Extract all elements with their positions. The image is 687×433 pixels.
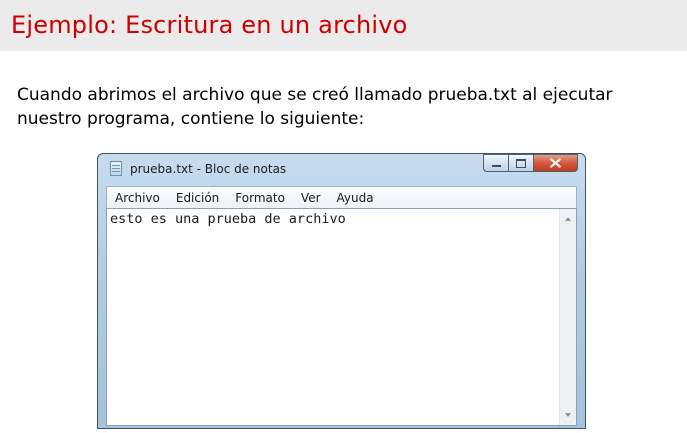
menu-bar: Archivo Edición Formato Ver Ayuda: [106, 186, 577, 208]
window-title: prueba.txt - Bloc de notas: [130, 162, 287, 176]
notepad-window: prueba.txt - Bloc de notas Archivo Edici…: [97, 153, 586, 429]
menu-edicion[interactable]: Edición: [176, 191, 219, 205]
vertical-scrollbar[interactable]: [559, 209, 576, 425]
menu-archivo[interactable]: Archivo: [115, 191, 160, 205]
scroll-up-arrow-icon[interactable]: [560, 211, 576, 227]
window-controls: [483, 154, 578, 173]
close-button[interactable]: [534, 154, 578, 172]
window-titlebar[interactable]: prueba.txt - Bloc de notas: [98, 154, 585, 182]
menu-formato[interactable]: Formato: [235, 191, 285, 205]
document-content[interactable]: esto es una prueba de archivo: [110, 211, 346, 227]
text-editor-area[interactable]: esto es una prueba de archivo: [106, 208, 577, 426]
slide-body-text: Cuando abrimos el archivo que se creó ll…: [17, 85, 613, 129]
slide-title: Ejemplo: Escritura en un archivo: [11, 11, 408, 39]
scroll-down-arrow-icon[interactable]: [560, 407, 576, 423]
menu-ver[interactable]: Ver: [301, 191, 321, 205]
minimize-button[interactable]: [483, 154, 509, 172]
notepad-icon[interactable]: [110, 161, 122, 176]
maximize-button[interactable]: [509, 154, 534, 172]
slide-title-bar: Ejemplo: Escritura en un archivo: [0, 0, 687, 51]
menu-ayuda[interactable]: Ayuda: [337, 191, 374, 205]
